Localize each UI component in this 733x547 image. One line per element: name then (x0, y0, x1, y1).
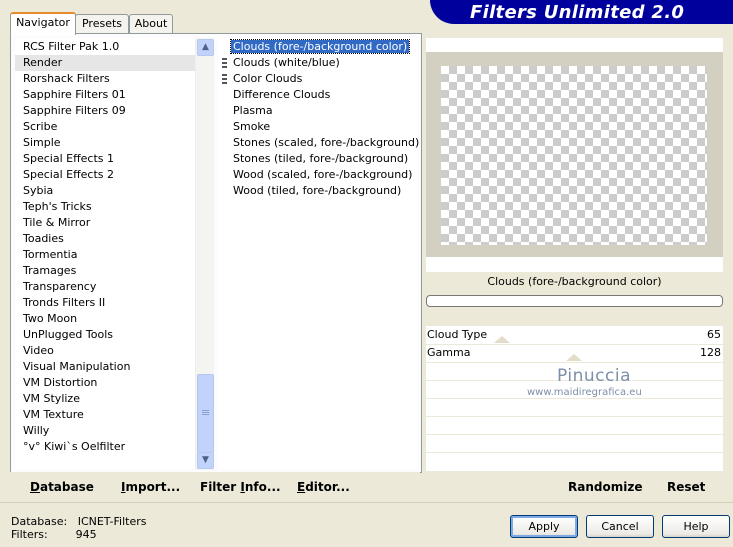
param-row-cloud-type[interactable]: Cloud Type 65 (426, 326, 723, 345)
scroll-down-button[interactable]: ▼ (197, 452, 214, 469)
category-item[interactable]: Tile & Mirror (15, 215, 195, 231)
database-button[interactable]: Database (30, 480, 94, 494)
param-value: 128 (700, 346, 721, 359)
filter-item[interactable]: Wood (scaled, fore-/background) (218, 167, 418, 183)
import-button[interactable]: Import... (121, 480, 180, 494)
preview-filter-name: Clouds (fore-/background color) (426, 272, 723, 292)
filter-item-label: Smoke (233, 120, 271, 133)
category-item[interactable]: Tronds Filters II (15, 295, 195, 311)
category-item[interactable]: Sapphire Filters 09 (15, 103, 195, 119)
category-item[interactable]: Simple (15, 135, 195, 151)
param-row-empty (426, 398, 723, 417)
apply-button[interactable]: Apply (510, 515, 578, 538)
filter-item[interactable]: Color Clouds (218, 71, 418, 87)
filter-item-label: Clouds (fore-/background color) (229, 39, 411, 54)
filter-item-label: Wood (tiled, fore-/background) (233, 184, 402, 197)
param-label: Gamma (427, 346, 471, 359)
category-item[interactable]: Teph's Tricks (15, 199, 195, 215)
slider-marker[interactable] (494, 336, 510, 343)
param-value: 65 (707, 328, 721, 341)
slider-marker[interactable] (566, 354, 582, 361)
param-row-gamma[interactable]: Gamma 128 (426, 344, 723, 363)
watermark-name: Pinuccia (557, 366, 631, 386)
category-item[interactable]: Scribe (15, 119, 195, 135)
progress-bar (426, 295, 723, 307)
filter-item-label: Color Clouds (233, 72, 303, 85)
category-item[interactable]: Visual Manipulation (15, 359, 195, 375)
category-item[interactable]: Willy (15, 423, 195, 439)
param-row-empty (426, 452, 723, 470)
category-item[interactable]: Toadies (15, 231, 195, 247)
param-row-empty (426, 434, 723, 453)
status-database: Database: ICNET-Filters (11, 515, 147, 528)
app-title: Filters Unlimited 2.0 (470, 2, 685, 23)
param-label: Cloud Type (427, 328, 488, 341)
category-item[interactable]: Special Effects 2 (15, 167, 195, 183)
category-scrollbar[interactable]: ▲ ▼ (195, 38, 214, 470)
filter-item[interactable]: Stones (tiled, fore-/background) (218, 151, 418, 167)
parameter-panel: Cloud Type 65 Gamma 128 (426, 326, 723, 471)
category-list[interactable]: RCS Filter Pak 1.0 Render Rorshack Filters… (15, 38, 195, 469)
category-item[interactable]: Two Moon (15, 311, 195, 327)
category-item[interactable]: Tormentia (15, 247, 195, 263)
drag-handle-icon (222, 58, 227, 68)
category-item[interactable]: Sapphire Filters 01 (15, 87, 195, 103)
preview-image (441, 66, 707, 245)
scroll-thumb[interactable] (197, 374, 214, 453)
filter-item[interactable]: Wood (tiled, fore-/background) (218, 183, 418, 199)
editor-button[interactable]: Editor... (297, 480, 350, 494)
category-item[interactable]: VM Stylize (15, 391, 195, 407)
category-item[interactable]: Video (15, 343, 195, 359)
category-item[interactable]: VM Distortion (15, 375, 195, 391)
filter-item-label: Wood (scaled, fore-/background) (233, 168, 413, 181)
filter-item[interactable]: Stones (scaled, fore-/background) (218, 135, 420, 151)
filter-item[interactable]: Difference Clouds (218, 87, 418, 103)
category-item[interactable]: Rorshack Filters (15, 71, 195, 87)
category-item[interactable]: Transparency (15, 279, 195, 295)
filter-list[interactable]: Clouds (fore-/background color) Clouds (w… (218, 38, 420, 469)
category-item[interactable]: VM Texture (15, 407, 195, 423)
filter-info-button[interactable]: Filter Info... (200, 480, 281, 494)
category-item[interactable]: °v° Kiwi`s Oelfilter (15, 439, 195, 455)
randomize-button[interactable]: Randomize (568, 480, 642, 494)
filter-item-label: Difference Clouds (233, 88, 331, 101)
tab-about[interactable]: About (129, 14, 173, 33)
filter-item[interactable]: Smoke (218, 119, 418, 135)
tab-presets[interactable]: Presets (75, 14, 129, 33)
help-button[interactable]: Help (662, 515, 730, 538)
category-item[interactable]: Render (15, 55, 195, 71)
watermark-site: www.maidiregrafica.eu (527, 387, 642, 398)
tab-navigator[interactable]: Navigator (10, 12, 76, 35)
filter-item[interactable]: Clouds (white/blue) (218, 55, 418, 71)
category-item[interactable]: RCS Filter Pak 1.0 (15, 39, 195, 55)
category-item[interactable]: UnPlugged Tools (15, 327, 195, 343)
filter-item-label: Stones (scaled, fore-/background) (233, 136, 420, 149)
reset-button[interactable]: Reset (667, 480, 705, 494)
cancel-button[interactable]: Cancel (586, 515, 654, 538)
category-item[interactable]: Special Effects 1 (15, 151, 195, 167)
filter-item-label: Stones (tiled, fore-/background) (233, 152, 409, 165)
drag-handle-icon (222, 74, 227, 84)
param-row-empty (426, 416, 723, 435)
divider (0, 502, 733, 503)
filter-item-label: Clouds (white/blue) (233, 56, 340, 69)
filter-item-label: Plasma (233, 104, 273, 117)
scroll-up-button[interactable]: ▲ (197, 39, 214, 56)
filter-item[interactable]: Clouds (fore-/background color) (218, 39, 418, 55)
status-filters: Filters: 945 (11, 528, 97, 541)
category-item[interactable]: Tramages (15, 263, 195, 279)
filter-item[interactable]: Plasma (218, 103, 418, 119)
category-item[interactable]: Sybia (15, 183, 195, 199)
